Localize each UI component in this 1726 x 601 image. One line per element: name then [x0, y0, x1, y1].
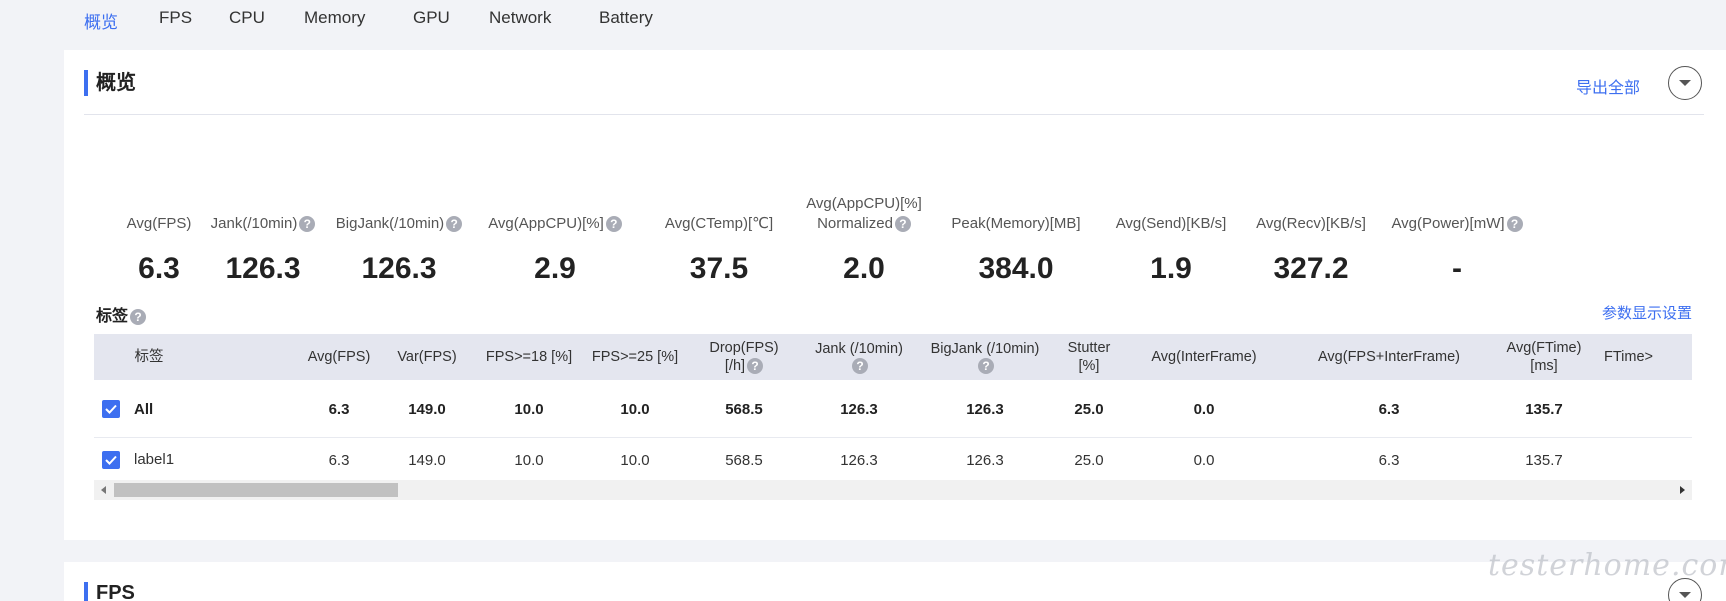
metric-value: 384.0 [978, 252, 1054, 285]
metric-value: 37.5 [689, 252, 749, 285]
column-header-avg-fps: Avg(FPS) [307, 349, 371, 365]
metric-value: 2.9 [534, 252, 576, 285]
cell: 6.3 [1378, 400, 1400, 418]
collapse-button[interactable] [1668, 66, 1702, 100]
checkmark-icon [105, 404, 117, 414]
metric-label: Avg(Recv)[KB/s] [1256, 215, 1366, 232]
cell: 10.0 [620, 400, 650, 418]
column-header-bigjank: BigJank (/10min)? [930, 341, 1040, 374]
metric-label: Jank(/10min)? [198, 214, 328, 234]
scrollbar-thumb[interactable] [114, 483, 398, 497]
cell: 568.5 [725, 400, 763, 418]
column-header-ftime-over: FTime> [1604, 349, 1654, 365]
column-header-avg-interframe: Avg(InterFrame) [1151, 349, 1257, 365]
help-icon[interactable]: ? [299, 216, 316, 233]
metric-label: Avg(AppCPU)[%]? [480, 214, 630, 234]
metric-value: - [1452, 252, 1462, 285]
cell: 10.0 [514, 400, 544, 418]
title-accent-bar [84, 582, 88, 601]
tab-memory[interactable]: Memory [304, 8, 365, 28]
metric-value: 327.2 [1273, 252, 1349, 285]
title-divider [84, 114, 1704, 115]
fps-card-title: FPS [96, 582, 135, 601]
tab-battery[interactable]: Battery [599, 8, 653, 28]
cell: 0.0 [1193, 400, 1215, 418]
table-row: label1 6.3 149.0 10.0 10.0 568.5 126.3 1… [94, 439, 1692, 480]
chevron-down-icon [1679, 80, 1691, 86]
tab-cpu[interactable]: CPU [229, 8, 265, 28]
tab-network[interactable]: Network [489, 8, 551, 28]
row-checkbox[interactable] [102, 400, 120, 418]
cell: 135.7 [1525, 400, 1563, 418]
fps-card: FPS [64, 562, 1726, 601]
metric-value: 1.9 [1150, 252, 1192, 285]
help-icon[interactable]: ? [978, 358, 994, 374]
help-icon[interactable]: ? [894, 216, 911, 233]
export-all-button[interactable]: 导出全部 [1576, 74, 1640, 98]
metric-label: Avg(Send)[KB/s] [1115, 215, 1227, 232]
metric-value: 126.3 [225, 252, 301, 285]
tag-section-title: 标签? [96, 302, 147, 326]
table-row: All 6.3 149.0 10.0 10.0 568.5 126.3 126.… [94, 380, 1692, 438]
cell: 126.3 [840, 400, 878, 418]
metric-value: 2.0 [843, 252, 885, 285]
overview-card: 概览 导出全部 Avg(FPS) 6.3 Jank(/10min)? 126.3… [64, 50, 1726, 540]
metric-label-line2: Normalized? [796, 214, 932, 234]
chevron-down-icon [1679, 592, 1691, 598]
cell: 6.3 [328, 400, 350, 418]
tab-gpu[interactable]: GPU [413, 8, 450, 28]
help-icon[interactable]: ? [852, 358, 868, 374]
display-settings-link[interactable]: 参数显示设置 [1602, 302, 1692, 323]
metric-label: Peak(Memory)[MB] [951, 215, 1081, 232]
column-header-avg-fps-interframe: Avg(FPS+InterFrame) [1318, 349, 1460, 365]
horizontal-scrollbar[interactable] [94, 480, 1692, 500]
column-header-avg-ftime: Avg(FTime) [ms] [1506, 340, 1582, 374]
tags-table: 标签 Avg(FPS) Var(FPS) FPS>=18 [%] FPS>=25… [94, 334, 1692, 502]
top-tab-bar: 概览 FPS CPU Memory GPU Network Battery [0, 0, 1726, 40]
tab-fps[interactable]: FPS [159, 8, 192, 28]
metric-value: 126.3 [361, 252, 437, 285]
overview-title: 概览 [96, 72, 136, 94]
cell: 126.3 [966, 400, 1004, 418]
help-icon[interactable]: ? [1506, 216, 1523, 233]
help-icon[interactable]: ? [747, 358, 764, 375]
metric-label: BigJank(/10min)? [324, 214, 474, 234]
row-checkbox[interactable] [102, 451, 120, 469]
column-header-var-fps: Var(FPS) [397, 349, 457, 365]
tab-overview[interactable]: 概览 [84, 8, 118, 33]
help-icon[interactable]: ? [605, 216, 622, 233]
checkmark-icon [105, 455, 117, 465]
title-accent-bar [84, 70, 88, 96]
cell: 149.0 [408, 400, 446, 418]
scroll-left-arrow-icon[interactable] [98, 484, 110, 496]
row-label: All [134, 400, 154, 418]
column-header-fps18: FPS>=18 [%] [485, 349, 573, 365]
table-header: 标签 Avg(FPS) Var(FPS) FPS>=18 [%] FPS>=25… [94, 334, 1692, 380]
column-header-fps25: FPS>=25 [%] [591, 349, 679, 365]
scroll-right-arrow-icon[interactable] [1676, 484, 1688, 496]
help-icon[interactable]: ? [446, 216, 463, 233]
row-label: label1 [134, 451, 175, 468]
help-icon[interactable]: ? [130, 308, 147, 325]
watermark: testerhome.com [1488, 548, 1726, 583]
column-header-jank: Jank (/10min)? [815, 341, 903, 374]
column-header-stutter: Stutter [%] [1067, 340, 1111, 374]
metric-label: Avg(Power)[mW]? [1380, 214, 1534, 234]
metric-label: Avg(CTemp)[℃] [664, 215, 774, 232]
column-header-tag: 标签 [134, 349, 164, 365]
column-header-drop-fps: Drop(FPS) [/h]? [709, 340, 779, 375]
metric-label: Avg(AppCPU)[%] [806, 195, 922, 212]
cell: 25.0 [1074, 400, 1104, 418]
